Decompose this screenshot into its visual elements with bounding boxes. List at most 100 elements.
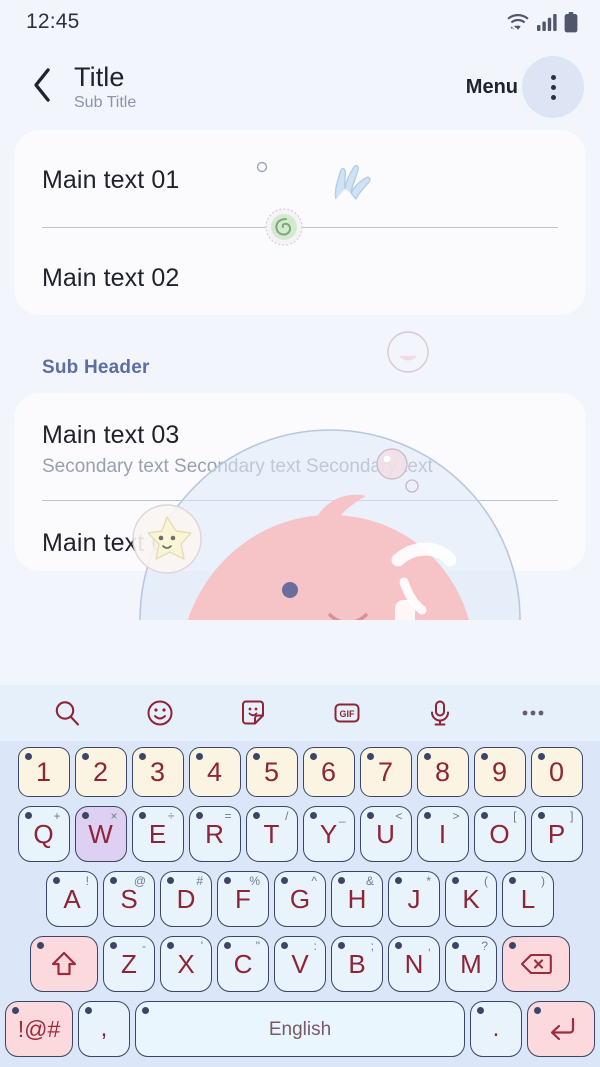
key-s[interactable]: @ S bbox=[103, 871, 155, 927]
space-key[interactable]: English bbox=[135, 1001, 465, 1057]
search-icon[interactable] bbox=[44, 690, 90, 736]
key-nub-icon bbox=[309, 753, 317, 760]
key-t[interactable]: / T bbox=[245, 806, 298, 862]
enter-key[interactable] bbox=[527, 1001, 595, 1057]
key-nub-icon bbox=[477, 1007, 484, 1014]
keyboard-row-home: ! A @ S # D % F ^ G & H * J (K ) L bbox=[5, 871, 595, 927]
list-item[interactable]: Main text 04 bbox=[14, 501, 586, 558]
list-item-title: Main text 03 bbox=[42, 421, 180, 449]
list-item-title: Main text 02 bbox=[42, 264, 180, 292]
overflow-menu-button[interactable] bbox=[522, 56, 584, 118]
list-item[interactable]: Main text 02 bbox=[14, 228, 586, 315]
key-nub-icon bbox=[81, 812, 89, 819]
key-2[interactable]: 2 bbox=[74, 747, 127, 797]
sticker-icon[interactable] bbox=[230, 690, 276, 736]
key-nub-icon bbox=[24, 812, 32, 819]
key-r[interactable]: = R bbox=[188, 806, 241, 862]
key-nub-icon bbox=[224, 877, 231, 884]
backspace-icon bbox=[520, 952, 552, 976]
period-key[interactable]: . bbox=[470, 1001, 522, 1057]
key-7[interactable]: 7 bbox=[359, 747, 412, 797]
app-bar: Title Sub Title Menu bbox=[0, 44, 600, 130]
menu-label[interactable]: Menu bbox=[466, 76, 518, 99]
key-f[interactable]: % F bbox=[217, 871, 269, 927]
key-nub-icon bbox=[167, 877, 174, 884]
key-nub-icon bbox=[195, 812, 203, 819]
key-b[interactable]: ; B bbox=[331, 936, 383, 992]
key-nub-icon bbox=[138, 753, 146, 760]
key-0[interactable]: 0 bbox=[530, 747, 583, 797]
key-o[interactable]: [O bbox=[473, 806, 526, 862]
key-u[interactable]: < U bbox=[359, 806, 412, 862]
key-k[interactable]: (K bbox=[445, 871, 497, 927]
key-9[interactable]: 9 bbox=[473, 747, 526, 797]
list-item[interactable]: Main text 03 Secondary text Secondary te… bbox=[14, 393, 586, 500]
more-vertical-icon bbox=[550, 74, 556, 100]
keyboard-key-rows: 1 2 3 4 5 6 7 8 9 0 + Q × W ÷ E = R / T _ Y < U… bbox=[0, 741, 600, 1067]
key-w[interactable]: × W bbox=[74, 806, 127, 862]
key-n[interactable]: ,N bbox=[388, 936, 440, 992]
key-a[interactable]: ! A bbox=[46, 871, 98, 927]
key-x[interactable]: ' X bbox=[160, 936, 212, 992]
key-8[interactable]: 8 bbox=[416, 747, 469, 797]
key-nub-icon bbox=[423, 812, 431, 819]
key-h[interactable]: & H bbox=[331, 871, 383, 927]
key-i[interactable]: > I bbox=[416, 806, 469, 862]
list-item[interactable]: Main text 01 bbox=[14, 130, 586, 227]
key-nub-icon bbox=[338, 942, 345, 949]
key-nub-icon bbox=[509, 877, 516, 884]
keyboard-row-top: + Q × W ÷ E = R / T _ Y < U > I [O ] P bbox=[5, 806, 595, 862]
key-nub-icon bbox=[110, 942, 117, 949]
key-nub-icon bbox=[395, 877, 402, 884]
more-horizontal-icon[interactable] bbox=[510, 690, 556, 736]
keyboard-toolbar: GIF bbox=[0, 685, 600, 741]
list-card-one: Main text 01 Main text 02 bbox=[14, 130, 586, 315]
key-nub-icon bbox=[252, 753, 260, 760]
key-l[interactable]: ) L bbox=[502, 871, 554, 927]
key-1[interactable]: 1 bbox=[17, 747, 70, 797]
symbols-key[interactable]: !@# bbox=[5, 1001, 73, 1057]
key-nub-icon bbox=[24, 753, 32, 760]
key-6[interactable]: 6 bbox=[302, 747, 355, 797]
backspace-key[interactable] bbox=[502, 936, 570, 992]
signal-icon bbox=[537, 13, 557, 32]
title-block: Title Sub Title bbox=[74, 61, 466, 112]
key-5[interactable]: 5 bbox=[245, 747, 298, 797]
status-bar: 12:45 bbox=[0, 0, 600, 44]
phone-screen: 12:45 Title Sub Title Menu Main text 01 … bbox=[0, 0, 600, 1067]
emoji-icon[interactable] bbox=[137, 690, 183, 736]
key-nub-icon bbox=[81, 753, 89, 760]
key-d[interactable]: # D bbox=[160, 871, 212, 927]
key-v[interactable]: :V bbox=[274, 936, 326, 992]
sub-header: Sub Header bbox=[42, 357, 150, 378]
key-4[interactable]: 4 bbox=[188, 747, 241, 797]
key-m[interactable]: ? M bbox=[445, 936, 497, 992]
status-icons bbox=[506, 11, 578, 33]
key-j[interactable]: * J bbox=[388, 871, 440, 927]
key-nub-icon bbox=[452, 877, 459, 884]
key-nub-icon bbox=[224, 942, 231, 949]
key-z[interactable]: -Z bbox=[103, 936, 155, 992]
key-e[interactable]: ÷ E bbox=[131, 806, 184, 862]
key-nub-icon bbox=[423, 753, 431, 760]
key-nub-icon bbox=[452, 942, 459, 949]
microphone-icon[interactable] bbox=[417, 690, 463, 736]
page-title: Title bbox=[74, 61, 125, 92]
enter-arrow-icon bbox=[546, 1016, 576, 1042]
keyboard-row-numbers: 1 2 3 4 5 6 7 8 9 0 bbox=[5, 747, 595, 797]
key-3[interactable]: 3 bbox=[131, 747, 184, 797]
chevron-left-icon bbox=[31, 67, 53, 108]
gif-icon[interactable]: GIF bbox=[324, 690, 370, 736]
back-button[interactable] bbox=[20, 65, 64, 109]
key-p[interactable]: ] P bbox=[530, 806, 583, 862]
key-y[interactable]: _ Y bbox=[302, 806, 355, 862]
key-nub-icon bbox=[252, 812, 260, 819]
comma-key[interactable]: , bbox=[78, 1001, 130, 1057]
key-q[interactable]: + Q bbox=[17, 806, 70, 862]
key-nub-icon bbox=[537, 753, 545, 760]
shift-key[interactable] bbox=[30, 936, 98, 992]
key-nub-icon bbox=[338, 877, 345, 884]
key-g[interactable]: ^ G bbox=[274, 871, 326, 927]
key-nub-icon bbox=[138, 812, 146, 819]
key-c[interactable]: " C bbox=[217, 936, 269, 992]
